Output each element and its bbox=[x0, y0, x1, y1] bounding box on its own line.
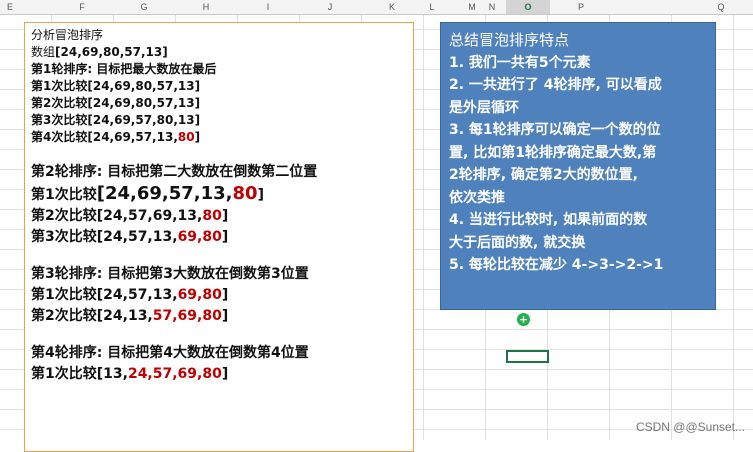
round1-heading: 第1轮排序: 目标把最大数放在最后 bbox=[31, 62, 217, 76]
round4-compare-1: 第1次比较[13,24,57,69,80] bbox=[31, 366, 229, 382]
summary-line-6: 2轮排序, 确定第2大的数位置, bbox=[449, 167, 638, 183]
column-o[interactable]: O bbox=[506, 0, 550, 14]
round2-compare-2: 第2次比较[24,57,69,13,80] bbox=[31, 208, 229, 224]
summary-line-8: 4. 当进行比较时, 如果前面的数 bbox=[449, 212, 648, 228]
summary-line-3: 是外层循环 bbox=[449, 99, 519, 116]
column-i[interactable]: I bbox=[237, 0, 299, 14]
summary-title: 总结冒泡排序特点 bbox=[449, 31, 570, 49]
column-f[interactable]: F bbox=[51, 0, 113, 14]
column-n[interactable]: N bbox=[478, 0, 506, 14]
round1-compare-1: 第1次比较[24,69,80,57,13] bbox=[31, 79, 201, 93]
column-q[interactable]: Q bbox=[690, 0, 752, 14]
bubble-sort-analysis-textbox[interactable]: 分析冒泡排序 数组[24,69,80,57,13] 第1轮排序: 目标把最大数放… bbox=[24, 22, 414, 452]
round1-compare-2: 第2次比较[24,69,80,57,13] bbox=[31, 96, 201, 110]
summary-line-9: 大于后面的数, 就交换 bbox=[449, 234, 586, 251]
column-l[interactable]: L bbox=[423, 0, 441, 14]
column-p[interactable]: P bbox=[550, 0, 612, 14]
round4-heading: 第4轮排序: 目标把第4大数放在倒数第4位置 bbox=[31, 345, 309, 361]
cell-cursor-icon: + bbox=[517, 313, 530, 326]
round1-compare-4: 第4次比较[24,69,57,13,80] bbox=[31, 130, 201, 144]
column-k[interactable]: K bbox=[361, 0, 423, 14]
summary-line-7: 依次类推 bbox=[449, 189, 505, 206]
round2-compare-1: 第1次比较[24,69,57,13,80] bbox=[31, 183, 264, 204]
summary-line-4: 3. 每1轮排序可以确定一个数的位 bbox=[449, 122, 661, 138]
round1-compare-3: 第3次比较[24,69,57,80,13] bbox=[31, 113, 201, 127]
summary-line-5: 置, 比如第1轮排序确定最大数,第 bbox=[449, 144, 657, 161]
array-line: 数组[24,69,80,57,13] bbox=[31, 45, 168, 59]
bubble-sort-summary-box[interactable]: 总结冒泡排序特点 1. 我们一共有5个元素 2. 一共进行了 4轮排序, 可以看… bbox=[440, 22, 716, 310]
analysis-title: 分析冒泡排序 bbox=[31, 28, 104, 42]
watermark: CSDN @@Sunset... bbox=[635, 420, 745, 434]
round2-compare-3: 第3次比较[24,57,13,69,80] bbox=[31, 229, 229, 245]
column-e[interactable]: E bbox=[0, 0, 20, 14]
column-header: E F G H I J K L M N O P Q bbox=[0, 0, 753, 15]
column-g[interactable]: G bbox=[113, 0, 175, 14]
summary-line-10: 5. 每轮比较在减少 4->3->2->1 bbox=[449, 257, 664, 273]
round2-heading: 第2轮排序: 目标把第二大数放在倒数第二位置 bbox=[31, 164, 318, 180]
round3-compare-2: 第2次比较[24,13,57,69,80] bbox=[31, 308, 229, 324]
summary-line-2: 2. 一共进行了 4轮排序, 可以看成 bbox=[449, 77, 662, 93]
column-h[interactable]: H bbox=[175, 0, 237, 14]
round3-heading: 第3轮排序: 目标把第3大数放在倒数第3位置 bbox=[31, 266, 309, 282]
summary-line-1: 1. 我们一共有5个元素 bbox=[449, 54, 591, 71]
round3-compare-1: 第1次比较[24,57,13,69,80] bbox=[31, 287, 229, 303]
selected-cell[interactable] bbox=[506, 350, 549, 363]
column-j[interactable]: J bbox=[299, 0, 361, 14]
